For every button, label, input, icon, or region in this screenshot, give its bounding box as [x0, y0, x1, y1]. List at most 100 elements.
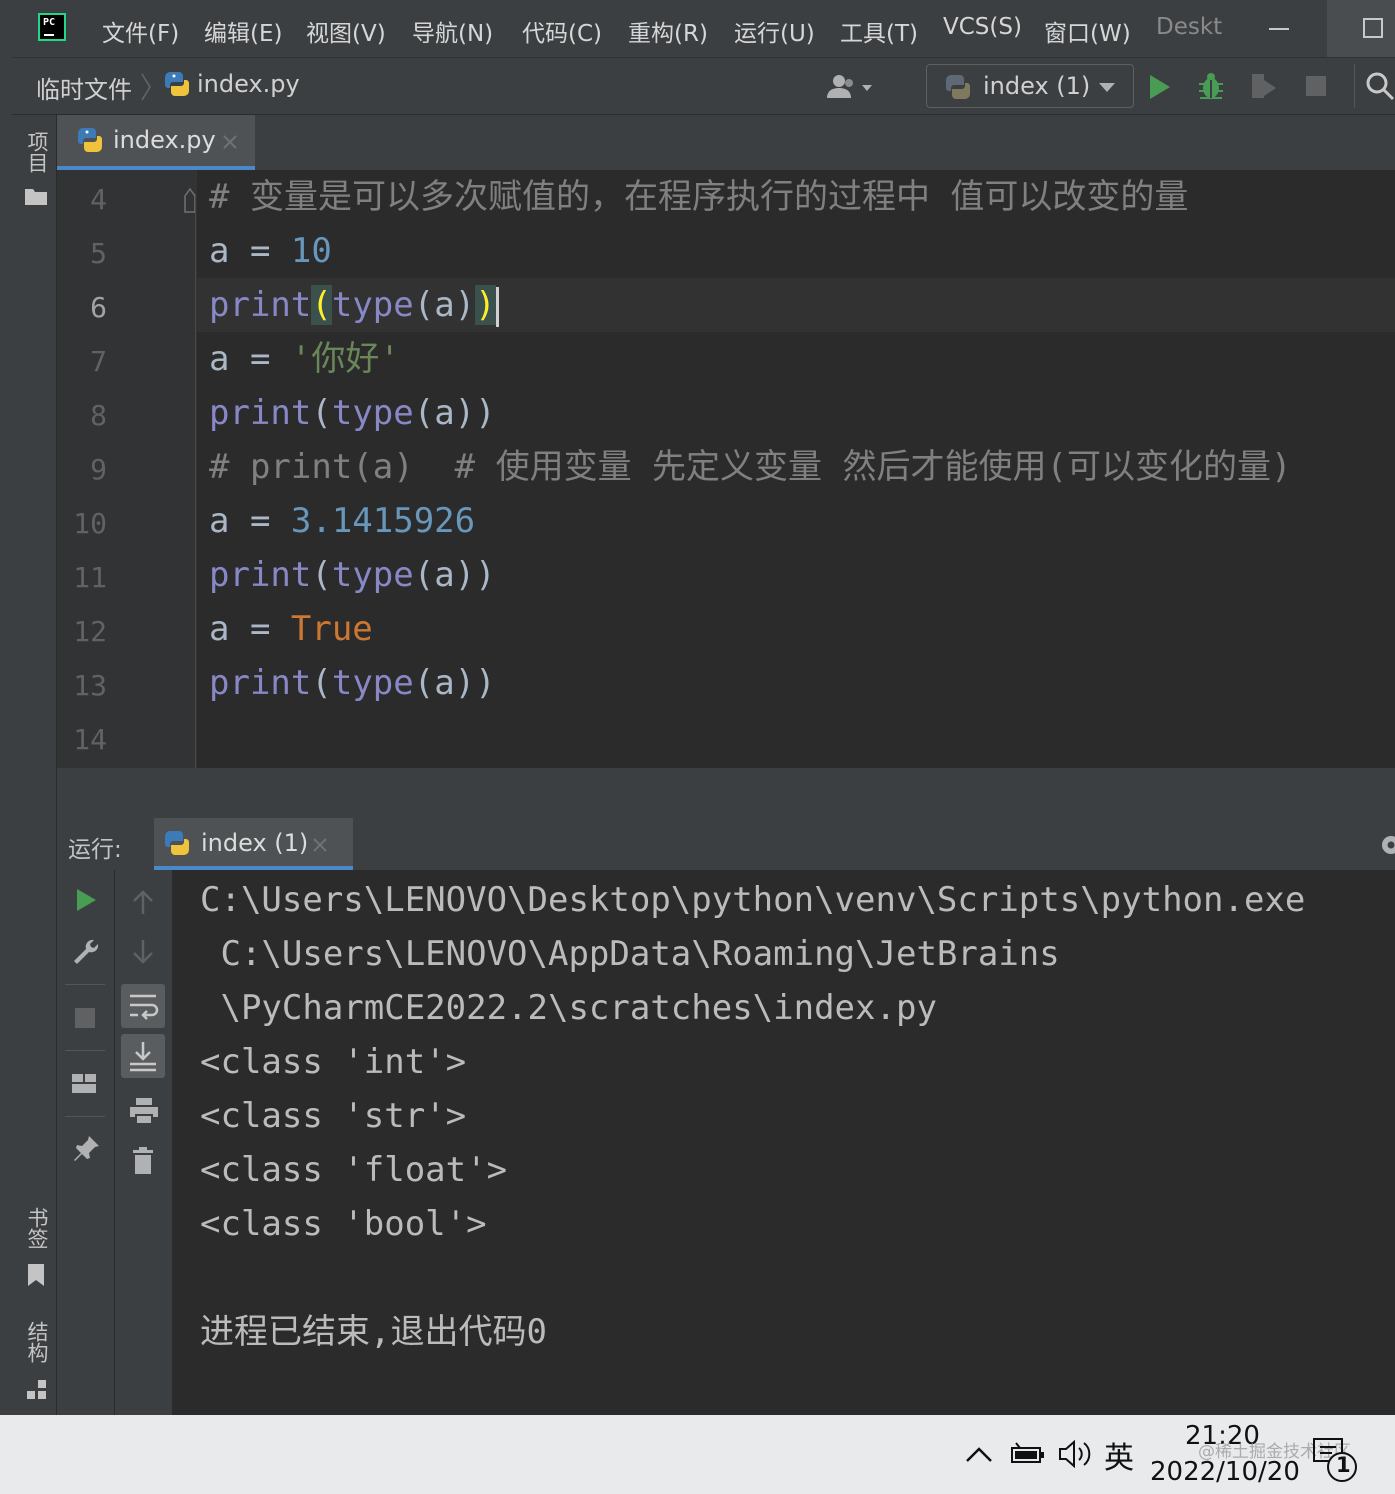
menu-code[interactable]: 代码(C)	[522, 14, 602, 48]
maximize-button[interactable]	[1327, 0, 1395, 57]
line-number: 11	[73, 561, 107, 594]
code-args: (a)	[413, 285, 476, 325]
console-line: <class 'str'>	[200, 1096, 467, 1136]
notification-center-button[interactable]: 1	[1312, 1435, 1362, 1485]
code-line-8: print(type(a))	[209, 386, 496, 440]
scroll-down-icon[interactable]	[131, 938, 155, 966]
notification-count: 1	[1336, 1453, 1351, 1477]
code-string: '你好'	[290, 339, 400, 379]
python-file-icon	[165, 72, 189, 96]
menu-file[interactable]: 文件(F)	[102, 14, 179, 48]
code-builtin: type	[331, 555, 414, 595]
structure-tool-window-button[interactable]: 结构	[22, 1321, 52, 1367]
code-editor[interactable]: 4 5 6 7 8 9 10 11 12 13 14 # 变量是可以多次赋值的，…	[57, 170, 1395, 768]
code-line-5: a = 10	[209, 224, 332, 278]
run-configuration-dropdown[interactable]: index (1)	[926, 64, 1134, 108]
menu-run[interactable]: 运行(U)	[734, 14, 815, 48]
windows-taskbar: 英 21:20 2022/10/20 @稀土掘金技术社区 1	[0, 1415, 1395, 1494]
menu-vcs[interactable]: VCS(S)	[943, 14, 1022, 40]
tab-label: index.py	[113, 126, 216, 154]
code-paren: (	[311, 393, 332, 433]
line-number-gutter: 4 5 6 7 8 9 10 11 12 13 14	[57, 170, 197, 768]
code-line-11: print(type(a))	[209, 548, 496, 602]
menu-refactor[interactable]: 重构(R)	[628, 14, 708, 48]
run-tab-label: index (1)	[201, 829, 309, 857]
chevron-down-icon	[1099, 83, 1115, 92]
user-account-icon[interactable]	[824, 72, 880, 102]
console-line: <class 'int'>	[200, 1042, 467, 1082]
code-builtin: type	[331, 285, 414, 325]
maximize-icon	[1363, 18, 1383, 38]
line-number: 9	[90, 453, 107, 486]
menu-edit[interactable]: 编辑(E)	[204, 14, 282, 48]
volume-icon[interactable]	[1056, 1437, 1094, 1471]
editor-tab-bar: index.py	[57, 115, 1395, 171]
line-number: 10	[73, 507, 107, 540]
run-toolbar-primary	[57, 870, 115, 1415]
chevron-up-icon[interactable]	[964, 1443, 994, 1465]
scroll-to-end-icon	[130, 1042, 156, 1072]
project-tool-window-button[interactable]: 项目	[22, 131, 52, 177]
run-button[interactable]	[1146, 72, 1174, 102]
ime-indicator[interactable]: 英	[1104, 1433, 1134, 1477]
breadcrumb-separator-icon	[141, 73, 151, 101]
bookmark-icon	[28, 1264, 44, 1286]
scroll-up-icon[interactable]	[131, 888, 155, 916]
stop-process-button[interactable]	[73, 1006, 97, 1030]
console-line: <class 'float'>	[200, 1150, 508, 1190]
python-file-icon	[78, 128, 102, 152]
console-line: C:\Users\LENOVO\Desktop\python\venv\Scri…	[200, 880, 1306, 920]
menu-navigate[interactable]: 导航(N)	[412, 14, 493, 48]
run-with-coverage-button[interactable]	[1248, 70, 1280, 102]
print-icon[interactable]	[128, 1096, 160, 1126]
menu-view[interactable]: 视图(V)	[306, 14, 386, 48]
comment: # 变量是可以多次赋值的，在程序执行的过程中 值可以改变的量	[209, 177, 1189, 217]
code-paren: (	[311, 663, 332, 703]
code-args: (a))	[413, 393, 496, 433]
text-cursor	[495, 286, 499, 327]
window-title: Deskt	[1156, 14, 1223, 40]
panel-splitter[interactable]	[57, 768, 1395, 818]
search-icon[interactable]	[1364, 70, 1395, 102]
code-line-13: print(type(a))	[209, 656, 496, 710]
close-run-tab-icon[interactable]	[311, 836, 329, 854]
matched-paren: (	[311, 285, 332, 325]
python-run-icon	[165, 831, 189, 855]
close-tab-icon[interactable]	[221, 133, 239, 151]
folder-icon	[25, 189, 47, 205]
code-args: (a))	[413, 555, 496, 595]
menu-window[interactable]: 窗口(W)	[1044, 14, 1131, 48]
tab-index-py[interactable]: index.py	[57, 115, 255, 170]
scroll-to-end-button[interactable]	[121, 1034, 165, 1078]
pycharm-logo-icon[interactable]: PC	[38, 13, 66, 41]
minimize-button[interactable]	[1246, 0, 1312, 57]
menu-bar: PC 文件(F) 编辑(E) 视图(V) 导航(N) 代码(C) 重构(R) 运…	[0, 0, 1395, 57]
breadcrumb-file[interactable]: index.py	[197, 70, 300, 98]
python-config-icon	[946, 75, 970, 99]
settings-gear-icon[interactable]	[1377, 832, 1395, 858]
trash-icon[interactable]	[131, 1146, 157, 1176]
code-builtin: type	[331, 663, 414, 703]
debug-button[interactable]	[1196, 70, 1226, 102]
console-output[interactable]: C:\Users\LENOVO\Desktop\python\venv\Scri…	[172, 870, 1395, 1415]
bookmarks-tool-window-button[interactable]: 书签	[22, 1207, 52, 1253]
battery-icon[interactable]	[1008, 1441, 1046, 1467]
layout-icon[interactable]	[71, 1072, 99, 1096]
code-var: a =	[209, 609, 291, 649]
code-line-10: a = 3.1415926	[209, 494, 475, 548]
menu-tools[interactable]: 工具(T)	[840, 14, 918, 48]
line-number-current: 6	[90, 291, 107, 324]
run-tab-index[interactable]: index (1)	[154, 818, 353, 870]
breadcrumb-scratches[interactable]: 临时文件	[36, 70, 132, 105]
line-number: 7	[90, 345, 107, 378]
soft-wrap-button[interactable]	[121, 984, 165, 1028]
code-builtin: print	[209, 393, 312, 433]
rerun-button[interactable]	[73, 886, 99, 914]
run-config-label: index (1)	[983, 72, 1091, 100]
line-number: 8	[90, 399, 107, 432]
code-keyword: True	[290, 609, 373, 649]
stop-button[interactable]	[1302, 72, 1330, 100]
pin-icon[interactable]	[71, 1134, 101, 1164]
wrench-icon[interactable]	[70, 936, 102, 968]
code-line-7: a = '你好'	[209, 332, 400, 386]
